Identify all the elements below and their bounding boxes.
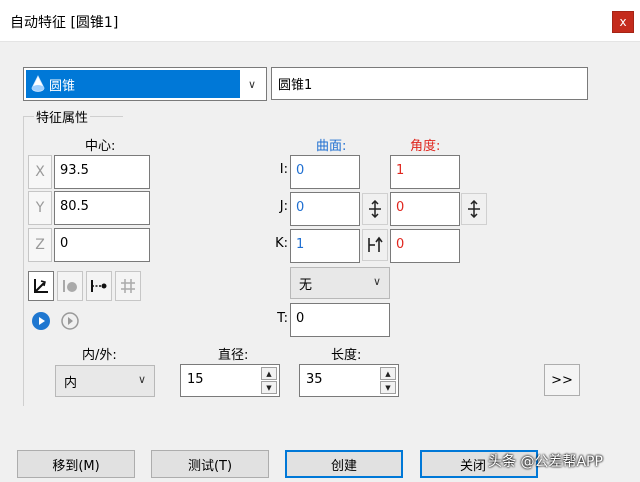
- spin-up-icon[interactable]: ▲: [261, 367, 277, 380]
- surface-k-label: K:: [275, 236, 288, 251]
- t-label: T:: [277, 311, 288, 326]
- diameter-value: 15: [187, 372, 204, 387]
- x-axis-button[interactable]: X: [28, 155, 52, 189]
- close-label: 关闭: [460, 458, 487, 474]
- grid-mode-button[interactable]: [115, 271, 141, 301]
- center-y-input[interactable]: 80.5: [54, 191, 150, 225]
- grid-icon: [121, 279, 135, 293]
- angle-k-input[interactable]: 0: [390, 229, 460, 263]
- chevron-down-icon: ∨: [137, 373, 146, 386]
- surface-header: 曲面:: [316, 139, 347, 154]
- length-spinbox[interactable]: 35 ▲ ▼: [299, 364, 399, 397]
- surface-j-input[interactable]: 0: [290, 192, 360, 226]
- feature-type-selected: 圆锥: [26, 70, 240, 98]
- surface-mode-button[interactable]: [57, 271, 83, 301]
- axis-angle-icon: [34, 279, 48, 293]
- feature-type-label: 圆锥: [49, 78, 76, 94]
- close-window-button[interactable]: x: [612, 11, 634, 33]
- watermark: 头条 @公差帮APP: [488, 454, 603, 470]
- window-title: 自动特征 [圆锥1]: [10, 15, 119, 31]
- chevron-down-icon: ∨: [372, 275, 381, 288]
- inout-select-value: 内: [64, 376, 78, 391]
- angle-j-input[interactable]: 0: [390, 192, 460, 226]
- surface-i-label: I:: [279, 162, 288, 177]
- length-label: 长度:: [331, 348, 362, 363]
- surface-probe-icon: [63, 280, 77, 292]
- group-label: 特征属性: [34, 107, 91, 126]
- spin-down-icon[interactable]: ▼: [380, 381, 396, 394]
- point-line-icon: [91, 280, 107, 292]
- angle-header: 角度:: [410, 139, 441, 154]
- length-value: 35: [306, 372, 323, 387]
- surface-k-input[interactable]: 1: [290, 229, 360, 263]
- chevron-down-icon: ∨: [247, 77, 257, 91]
- point-vector-button[interactable]: [362, 229, 388, 261]
- coordinate-mode-button[interactable]: [28, 271, 54, 301]
- center-z-input[interactable]: 0: [54, 228, 150, 262]
- flip-angle-button[interactable]: [461, 193, 487, 225]
- flip-vector-button[interactable]: [362, 193, 388, 225]
- angle-i-input[interactable]: 1: [390, 155, 460, 189]
- t-input[interactable]: 0: [290, 303, 390, 337]
- spin-down-icon[interactable]: ▼: [261, 381, 277, 394]
- feature-name-input[interactable]: 圆锥1: [271, 67, 588, 100]
- move-to-button[interactable]: 移到(M): [17, 450, 135, 478]
- group-border: [23, 116, 25, 406]
- measure-mode-button[interactable]: [86, 271, 112, 301]
- expand-button[interactable]: >>: [544, 364, 580, 396]
- move-to-label: 移到(M): [52, 458, 100, 474]
- close-icon: x: [619, 15, 627, 29]
- reset-circle-icon: [61, 312, 79, 330]
- diameter-label: 直径:: [218, 348, 249, 363]
- create-button[interactable]: 创建: [285, 450, 403, 478]
- create-label: 创建: [330, 458, 357, 474]
- play-button[interactable]: [28, 306, 54, 336]
- z-axis-button[interactable]: Z: [28, 228, 52, 262]
- play-circle-icon: [32, 312, 50, 330]
- reset-button[interactable]: [57, 306, 83, 336]
- length-spin-buttons: ▲ ▼: [380, 367, 396, 394]
- flip-arrows-icon: [369, 200, 381, 218]
- diameter-spinbox[interactable]: 15 ▲ ▼: [180, 364, 280, 397]
- center-header: 中心:: [85, 139, 116, 154]
- inout-label: 内/外:: [82, 348, 117, 363]
- none-select[interactable]: 无 ∨: [290, 267, 390, 299]
- test-button[interactable]: 测试(T): [151, 450, 269, 478]
- feature-type-select[interactable]: 圆锥 ∨: [23, 67, 267, 101]
- center-x-input[interactable]: 93.5: [54, 155, 150, 189]
- vector-direction-icon: [368, 236, 383, 252]
- none-select-value: 无: [299, 278, 313, 293]
- y-axis-button[interactable]: Y: [28, 191, 52, 225]
- inout-select[interactable]: 内 ∨: [55, 365, 155, 397]
- test-label: 测试(T): [187, 458, 233, 474]
- cone-icon: [31, 75, 45, 92]
- diameter-spin-buttons: ▲ ▼: [261, 367, 277, 394]
- spin-up-icon[interactable]: ▲: [380, 367, 396, 380]
- surface-j-label: J:: [279, 199, 288, 214]
- flip-arrows-icon: [468, 200, 480, 218]
- surface-i-input[interactable]: 0: [290, 155, 360, 189]
